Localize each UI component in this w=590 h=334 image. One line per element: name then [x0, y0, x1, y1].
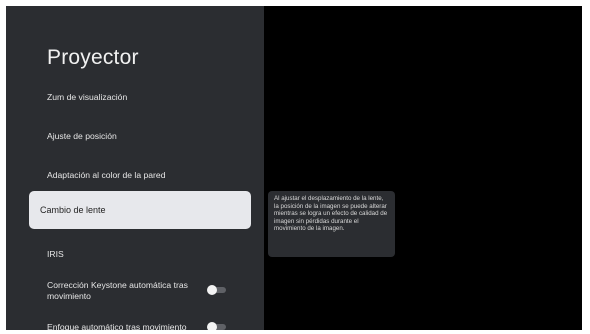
- settings-panel: Proyector Zum de visualización Ajuste de…: [6, 6, 264, 330]
- menu-item-label: Enfoque automático tras movimiento: [47, 322, 187, 330]
- menu-item-iris[interactable]: IRIS: [47, 249, 64, 260]
- menu-item-label: Zum de visualización: [47, 92, 128, 102]
- menu-item-correccion-keystone[interactable]: Corrección Keystone automática tras movi…: [47, 280, 188, 302]
- tv-screen: Proyector Zum de visualización Ajuste de…: [6, 6, 582, 330]
- menu-item-cambio-lente[interactable]: Cambio de lente: [29, 191, 251, 229]
- toggle-knob: [207, 285, 217, 295]
- tooltip-text: Al ajustar el desplazamiento de la lente…: [274, 195, 388, 233]
- page-title: Proyector: [47, 46, 139, 69]
- menu-item-label-line2: movimiento: [47, 291, 91, 301]
- toggle-knob: [207, 322, 217, 330]
- help-tooltip: Al ajustar el desplazamiento de la lente…: [268, 191, 395, 257]
- autofocus-toggle[interactable]: [207, 322, 227, 330]
- menu-item-adaptacion-color-pared[interactable]: Adaptación al color de la pared: [47, 170, 165, 181]
- menu-item-label: Cambio de lente: [40, 204, 106, 215]
- keystone-toggle[interactable]: [207, 285, 227, 295]
- menu-item-label: IRIS: [47, 249, 64, 259]
- menu-item-label: Corrección Keystone automática tras: [47, 280, 188, 290]
- menu-item-ajuste-posicion[interactable]: Ajuste de posición: [47, 131, 117, 142]
- menu-item-zum-visualizacion[interactable]: Zum de visualización: [47, 92, 127, 103]
- menu-item-label: Adaptación al color de la pared: [47, 170, 166, 180]
- menu-item-label: Ajuste de posición: [47, 131, 117, 141]
- menu-item-enfoque-automatico[interactable]: Enfoque automático tras movimiento: [47, 322, 186, 330]
